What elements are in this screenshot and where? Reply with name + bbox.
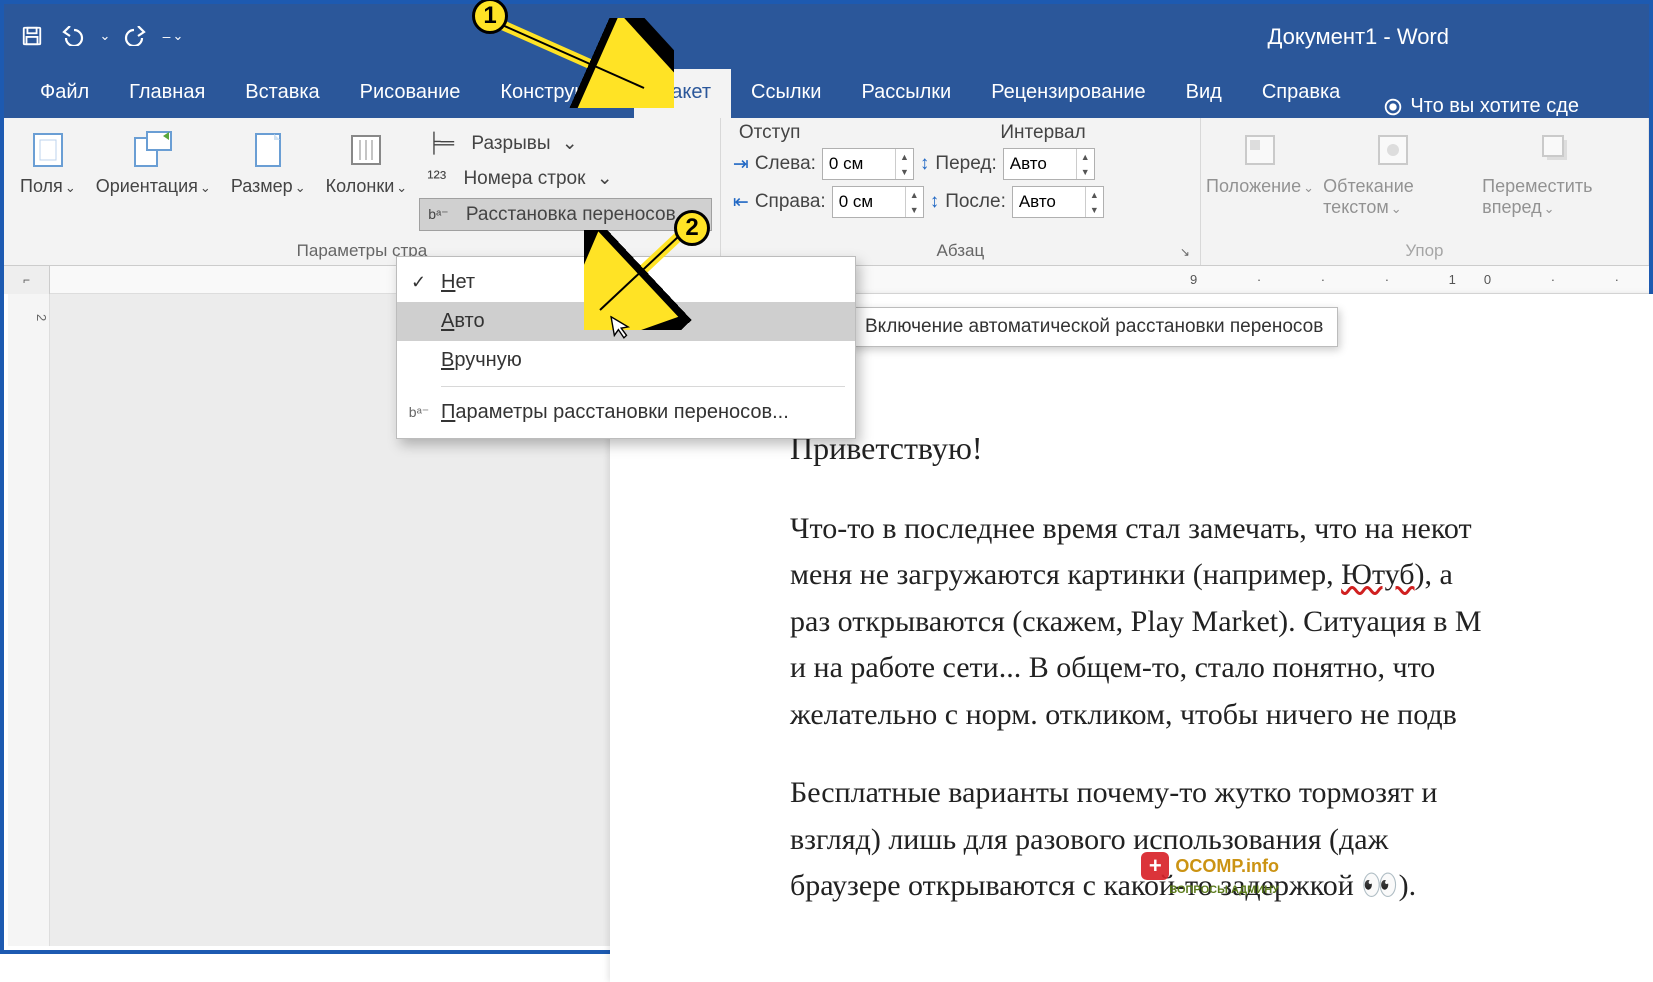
dd-separator [441, 386, 845, 387]
dd-item-manual[interactable]: Вручную [397, 341, 855, 380]
annotation-badge-2: 2 [674, 210, 710, 246]
bring-forward-button[interactable]: Переместить вперед [1474, 122, 1640, 218]
cursor-icon [610, 312, 634, 341]
spacing-before-icon: ↕ [920, 153, 930, 175]
check-icon: ✓ [411, 272, 426, 293]
bring-forward-icon [1535, 128, 1579, 172]
title-bar: ‒ Документ1 - Word [4, 4, 1649, 68]
indent-left-label: Слева: [755, 153, 816, 175]
watermark-plus-icon: + [1141, 852, 1169, 880]
doc-heading: Приветствую! [790, 424, 1653, 474]
hyphenation-button[interactable]: bᵃ⁻ Расстановка переносов ⌄ [419, 198, 712, 231]
indent-right-label: Справа: [755, 191, 826, 213]
indent-header: Отступ [739, 122, 800, 144]
tooltip-auto-hyphenation: Включение автоматической расстановки пер… [850, 307, 1338, 347]
annotation-arrow-2 [584, 230, 694, 330]
doc-paragraph-1: Что-то в последнее время стал замечать, … [790, 506, 1653, 739]
ribbon-tabs: Файл Главная Вставка Рисование Конструкт… [4, 68, 1649, 118]
undo-dropdown[interactable] [96, 20, 112, 52]
columns-button[interactable]: Колонки [318, 122, 416, 197]
dd-item-settings[interactable]: bᵃ⁻ Параметры расстановки переносов... [397, 393, 855, 432]
window-title: Документ1 - Word [1267, 24, 1449, 50]
redo-button[interactable] [120, 20, 152, 52]
tab-home[interactable]: Главная [109, 69, 225, 118]
tab-insert[interactable]: Вставка [225, 69, 339, 118]
save-button[interactable] [16, 20, 48, 52]
ruler-corner[interactable]: ⌐ [4, 266, 50, 294]
hyphenation-icon: bᵃ⁻ [428, 206, 448, 223]
orientation-button[interactable]: Ориентация [88, 122, 219, 197]
spacing-before-label: Перед: [935, 153, 996, 175]
tab-view[interactable]: Вид [1166, 69, 1242, 118]
margins-button[interactable]: Поля [12, 122, 84, 197]
indent-left-icon: ⇥ [733, 153, 749, 176]
annotation-arrow-1 [494, 18, 674, 108]
size-button[interactable]: Размер [223, 122, 314, 197]
tab-help[interactable]: Справка [1242, 69, 1360, 118]
undo-button[interactable] [56, 20, 88, 52]
group-arrange: Положение Обтекание текстом Переместить … [1201, 118, 1649, 265]
spacing-after-input[interactable]: ▲▼ [1012, 186, 1104, 218]
tab-review[interactable]: Рецензирование [971, 69, 1165, 118]
indent-right-icon: ⇤ [733, 191, 749, 214]
line-numbers-icon: ¹²³ [427, 168, 446, 190]
orientation-icon [131, 128, 175, 172]
quick-access-toolbar: ‒ [16, 20, 186, 52]
breaks-button[interactable]: ╞═ Разрывы ⌄ [419, 128, 712, 159]
tab-mailings[interactable]: Рассылки [841, 69, 971, 118]
qat-customize[interactable]: ‒ [160, 20, 186, 52]
line-numbers-button[interactable]: ¹²³ Номера строк ⌄ [419, 163, 712, 194]
ruler-v-marks: 21··1·2·3·4·5·6 [8, 294, 49, 321]
breaks-icon: ╞═ [427, 133, 454, 155]
spacing-header: Интервал [1000, 122, 1085, 144]
spacing-before-input[interactable]: ▲▼ [1003, 148, 1095, 180]
indent-right-input[interactable]: ▲▼ [832, 186, 924, 218]
position-button[interactable]: Положение [1209, 122, 1311, 197]
paragraph-dialog-launcher[interactable]: ↘ [1180, 245, 1196, 261]
watermark: + OCOMP.info [1141, 852, 1279, 880]
tab-references[interactable]: Ссылки [731, 69, 841, 118]
group-paragraph: Отступ Интервал ⇥ Слева: ▲▼ ↕ Перед: ▲▼ … [721, 118, 1201, 265]
columns-icon [344, 128, 388, 172]
wrap-text-icon [1371, 128, 1415, 172]
spacing-after-icon: ↕ [930, 191, 940, 213]
watermark-subtext: ВОПРОСЫ АДМИНУ [1169, 884, 1279, 896]
ribbon: Поля Ориентация Размер Колонки ╞═ Разрыв… [4, 118, 1649, 266]
size-icon [246, 128, 290, 172]
group-label-arrange: Упор [1209, 237, 1640, 263]
indent-left-input[interactable]: ▲▼ [822, 148, 914, 180]
tab-draw[interactable]: Рисование [340, 69, 481, 118]
ruler-vertical[interactable]: 21··1·2·3·4·5·6 [8, 294, 50, 946]
wrap-text-button[interactable]: Обтекание текстом [1315, 122, 1470, 218]
hyphenation-small-icon: bᵃ⁻ [407, 404, 431, 421]
tell-me-search[interactable]: Что вы хотите сде [1370, 95, 1591, 118]
tell-me-label: Что вы хотите сде [1410, 95, 1579, 118]
spacing-after-label: После: [945, 191, 1006, 213]
position-icon [1238, 128, 1282, 172]
watermark-text: OCOMP.info [1175, 856, 1279, 877]
margins-icon [26, 128, 70, 172]
tab-file[interactable]: Файл [20, 69, 109, 118]
